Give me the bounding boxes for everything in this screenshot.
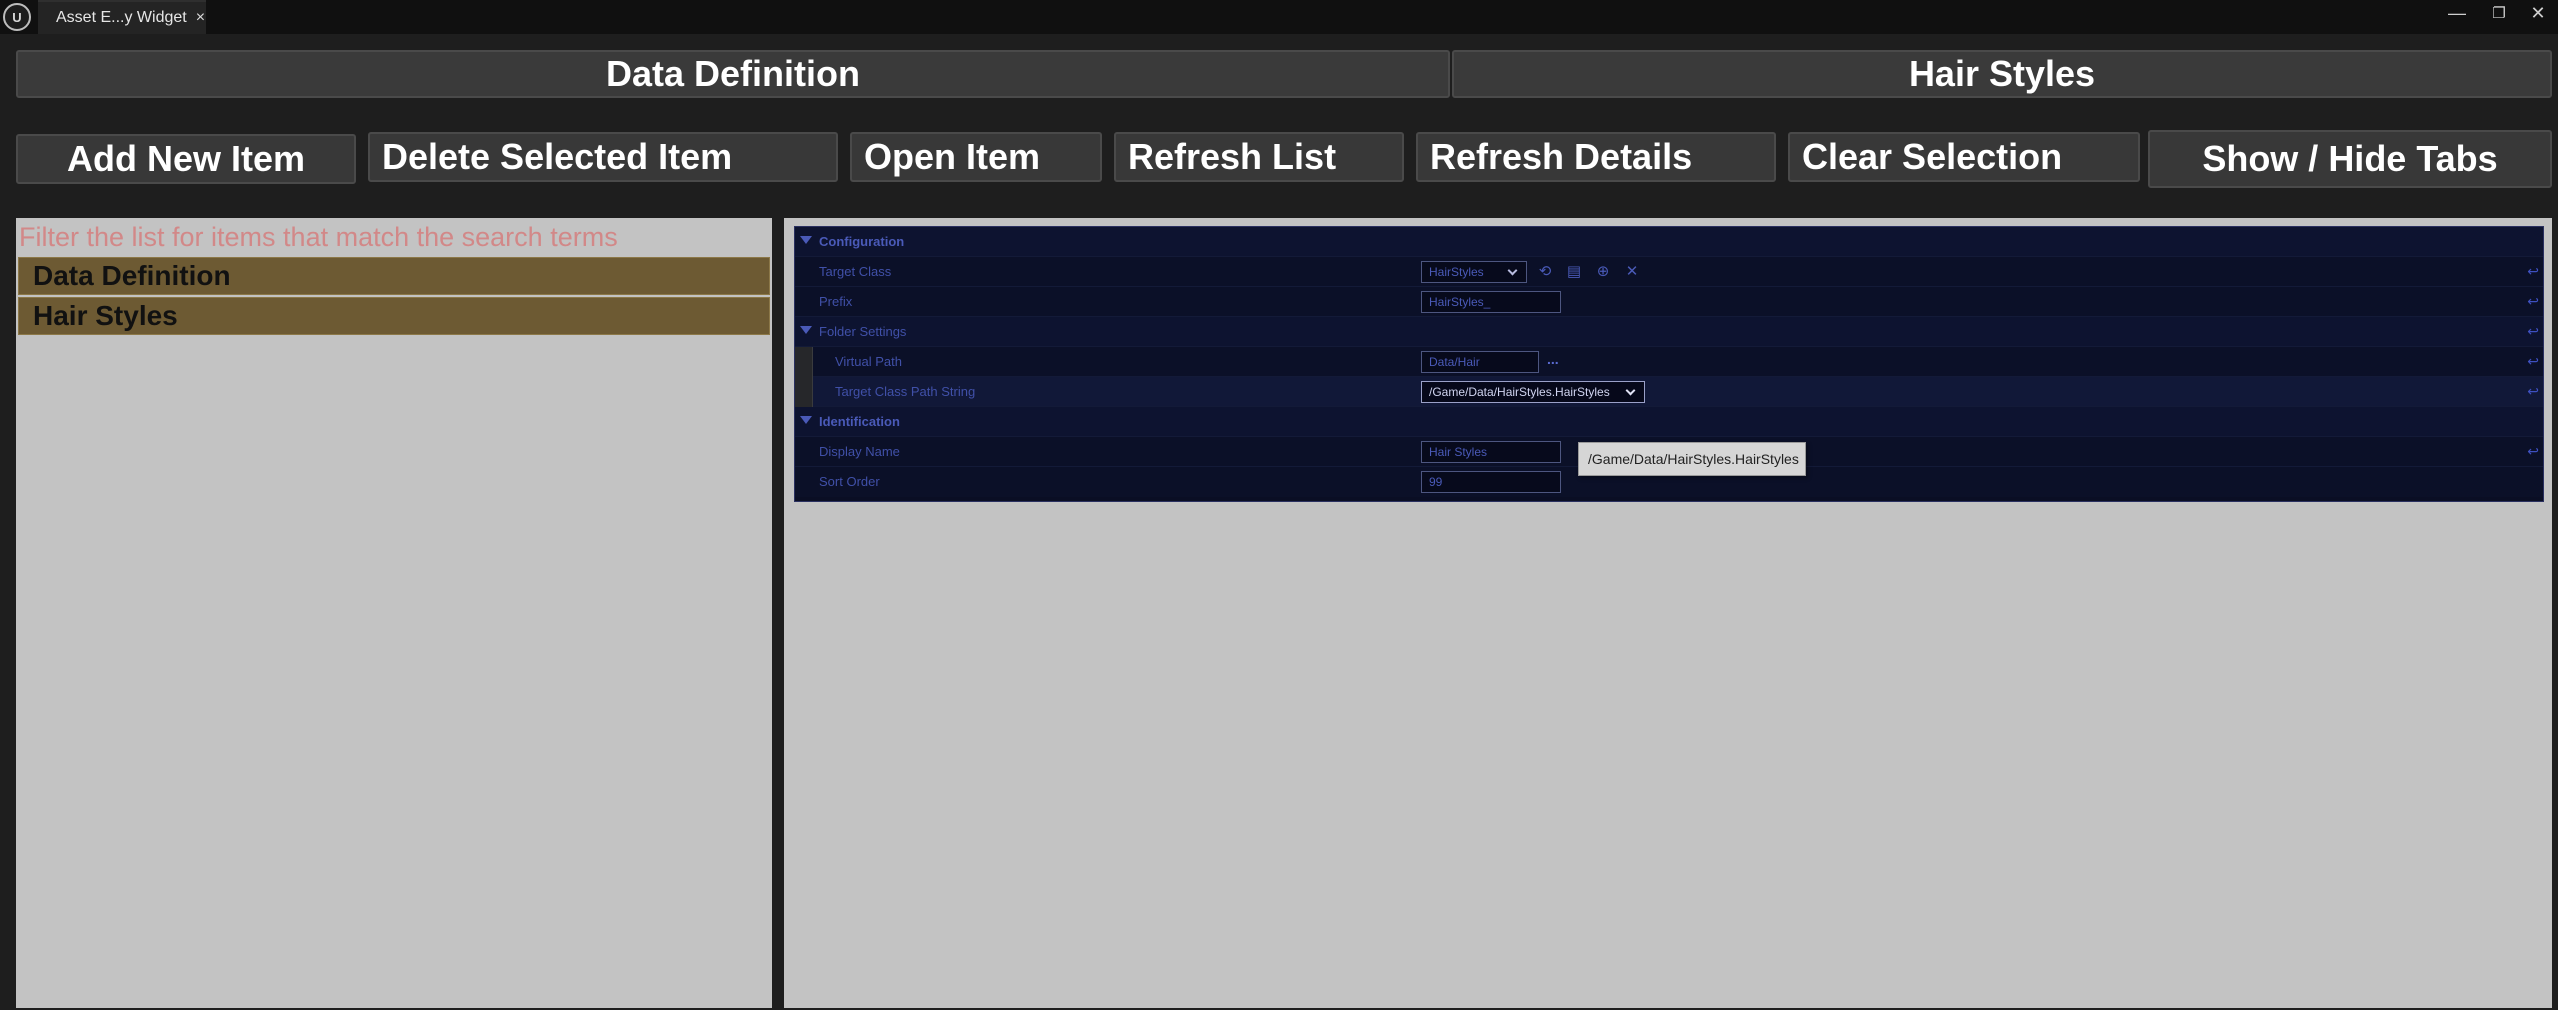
document-tab[interactable]: Asset E...y Widget × (38, 0, 206, 34)
restore-button[interactable]: ❐ (2476, 0, 2522, 26)
browse-folder-icon[interactable]: ▤ (1565, 263, 1583, 281)
unreal-logo-icon[interactable]: U (3, 3, 31, 31)
sort-order-input[interactable]: 99 (1421, 471, 1561, 493)
search-input[interactable]: Filter the list for items that match the… (19, 220, 759, 254)
property-label: Display Name (819, 444, 900, 459)
document-tab-label: Asset E...y Widget (56, 9, 187, 26)
minimize-button[interactable]: — (2434, 0, 2480, 26)
data-definition-header-button[interactable]: Data Definition (16, 50, 1450, 98)
category-label: Identification (819, 414, 900, 429)
details-panel: Configuration Target Class HairStyles ⟲ … (784, 218, 2552, 1008)
show-hide-tabs-button[interactable]: Show / Hide Tabs (2148, 130, 2552, 188)
category-label: Folder Settings (819, 324, 907, 339)
add-circle-icon[interactable]: ⊕ (1594, 263, 1612, 281)
property-label: Sort Order (819, 474, 880, 489)
collapse-arrow-icon[interactable] (800, 326, 812, 334)
category-label: Configuration (819, 234, 905, 249)
category-folder-settings[interactable]: Folder Settings ↩ (795, 317, 2543, 347)
target-class-value: HairStyles (1429, 265, 1484, 279)
category-identification[interactable]: Identification (795, 407, 2543, 437)
reset-to-default-icon[interactable]: ↩ (2527, 264, 2539, 278)
prefix-input[interactable]: HairStyles_ (1421, 291, 1561, 313)
indent-bar (795, 377, 813, 407)
property-row-target-class: Target Class HairStyles ⟲ ▤ ⊕ ✕ ↩ (795, 257, 2543, 287)
property-row-target-class-path: Target Class Path String /Game/Data/Hair… (795, 377, 2543, 407)
hair-styles-header-button[interactable]: Hair Styles (1452, 50, 2552, 98)
more-options-icon[interactable]: ... (1547, 351, 1559, 367)
open-item-button[interactable]: Open Item (850, 132, 1102, 182)
path-tooltip: /Game/Data/HairStyles.HairStyles (1578, 442, 1806, 476)
collapse-arrow-icon[interactable] (800, 236, 812, 244)
display-name-input[interactable]: Hair Styles (1421, 441, 1561, 463)
property-row-prefix: Prefix HairStyles_ ↩ (795, 287, 2543, 317)
indent-bar (795, 347, 813, 377)
refresh-details-button[interactable]: Refresh Details (1416, 132, 1776, 182)
target-class-path-value: /Game/Data/HairStyles.HairStyles (1429, 385, 1610, 399)
close-tab-icon[interactable]: × (196, 9, 205, 27)
list-item[interactable]: Data Definition (18, 257, 770, 295)
target-class-path-dropdown[interactable]: /Game/Data/HairStyles.HairStyles (1421, 381, 1645, 403)
title-bar: U Asset E...y Widget × — ❐ ✕ (0, 0, 2558, 34)
chevron-down-icon (1625, 385, 1636, 396)
reset-to-default-icon[interactable]: ↩ (2527, 324, 2539, 338)
property-label: Prefix (819, 294, 853, 309)
item-list-panel: Filter the list for items that match the… (16, 218, 772, 1008)
property-label: Target Class Path String (835, 384, 976, 399)
reset-to-default-icon[interactable]: ↩ (2527, 294, 2539, 308)
property-label: Target Class (819, 264, 892, 279)
close-window-button[interactable]: ✕ (2518, 0, 2558, 26)
chevron-down-icon (1507, 265, 1518, 276)
use-selected-icon[interactable]: ⟲ (1536, 263, 1554, 281)
clear-icon[interactable]: ✕ (1623, 263, 1641, 281)
collapse-arrow-icon[interactable] (800, 416, 812, 424)
target-class-dropdown[interactable]: HairStyles (1421, 261, 1527, 283)
virtual-path-input[interactable]: Data/Hair (1421, 351, 1539, 373)
clear-selection-button[interactable]: Clear Selection (1788, 132, 2140, 182)
list-item[interactable]: Hair Styles (18, 297, 770, 335)
add-new-item-button[interactable]: Add New Item (16, 134, 356, 184)
property-row-virtual-path: Virtual Path Data/Hair ... ↩ (795, 347, 2543, 377)
reset-to-default-icon[interactable]: ↩ (2527, 384, 2539, 398)
category-configuration[interactable]: Configuration (795, 227, 2543, 257)
delete-selected-item-button[interactable]: Delete Selected Item (368, 132, 838, 182)
reset-to-default-icon[interactable]: ↩ (2527, 354, 2539, 368)
refresh-list-button[interactable]: Refresh List (1114, 132, 1404, 182)
property-label: Virtual Path (835, 354, 902, 369)
reset-to-default-icon[interactable]: ↩ (2527, 444, 2539, 458)
workspace: Data Definition Hair Styles Add New Item… (0, 34, 2558, 1010)
